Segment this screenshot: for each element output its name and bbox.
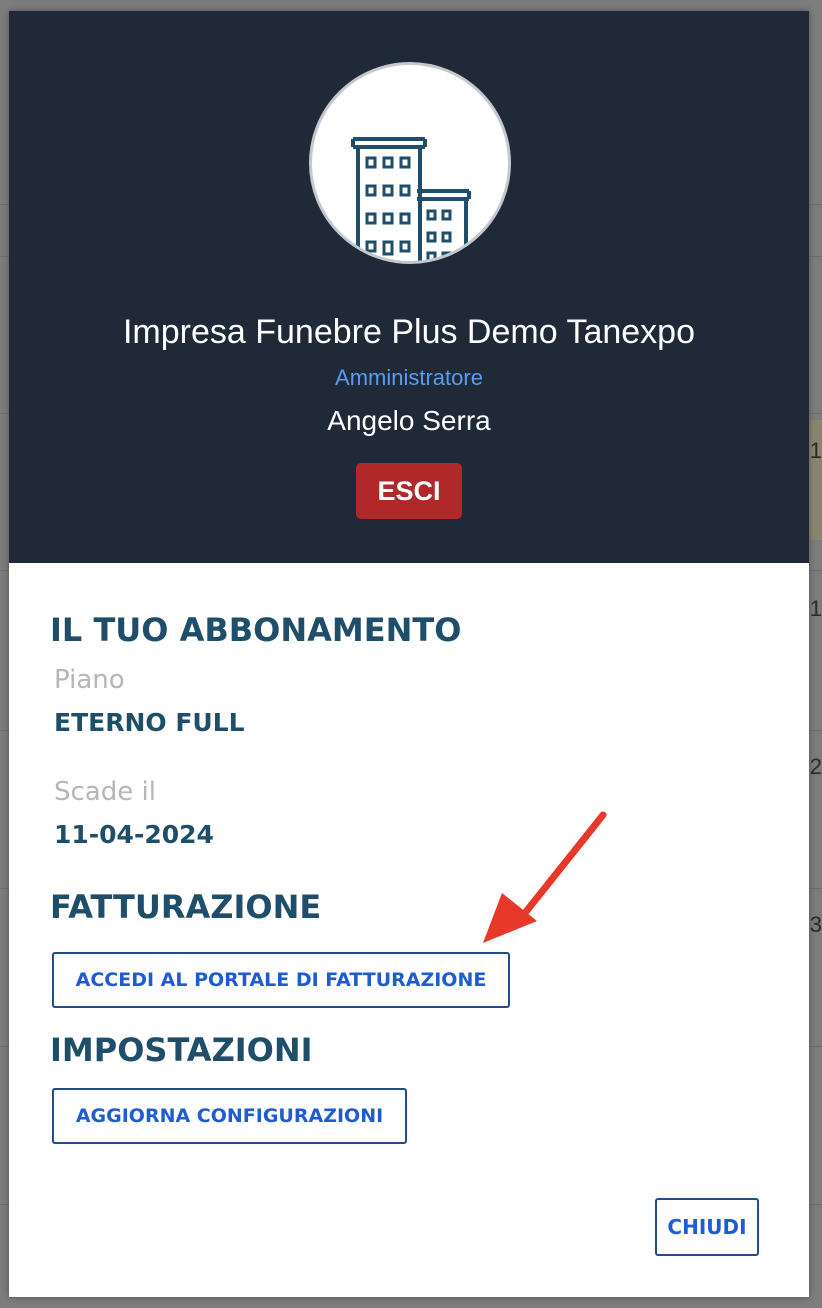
annotation-arrow-head	[483, 893, 537, 943]
building-icon-window	[365, 156, 377, 169]
expiry-label: Scade il	[54, 777, 156, 807]
building-icon-window	[399, 240, 411, 253]
building-icon-window	[399, 212, 411, 225]
backdrop-cell-value: 3	[809, 912, 822, 937]
annotation-arrow-shaft	[513, 811, 607, 927]
building-icon-window	[441, 209, 452, 221]
building-icon-window	[382, 212, 394, 225]
building-icon-window	[399, 156, 411, 169]
building-icon	[351, 137, 471, 261]
user-role: Amministratore	[335, 365, 483, 390]
building-icon-door	[382, 240, 394, 256]
backdrop-cell-value: 1	[809, 438, 822, 463]
building-icon-window	[426, 209, 437, 221]
logout-button[interactable]: ESCI	[356, 463, 462, 519]
building-icon-window	[399, 184, 411, 197]
plan-value: ETERNO FULL	[54, 708, 245, 737]
update-config-button[interactable]: AGGIORNA CONFIGURAZIONI	[52, 1088, 407, 1144]
backdrop-cell-value: 1	[809, 596, 822, 621]
building-icon-window	[382, 184, 394, 197]
building-icon-window	[365, 240, 377, 253]
company-avatar	[309, 62, 511, 264]
building-icon-window	[365, 212, 377, 225]
settings-title: IMPOSTAZIONI	[50, 1031, 313, 1069]
user-name: Angelo Serra	[327, 405, 491, 436]
expiry-value: 11-04-2024	[54, 820, 214, 849]
building-icon-window	[441, 231, 452, 243]
building-icon-window	[382, 156, 394, 169]
backdrop-cell-value: 2	[809, 754, 822, 779]
profile-modal: Impresa Funebre Plus Demo Tanexpo Ammini…	[9, 11, 809, 1297]
close-button[interactable]: CHIUDI	[655, 1198, 759, 1256]
plan-label: Piano	[54, 665, 125, 695]
annotation-arrow-icon	[483, 811, 607, 943]
building-icon-window	[441, 251, 452, 261]
company-name: Impresa Funebre Plus Demo Tanexpo	[122, 313, 695, 351]
billing-portal-button[interactable]: ACCEDI AL PORTALE DI FATTURAZIONE	[52, 952, 510, 1008]
building-icon-window	[365, 184, 377, 197]
subscription-title: IL TUO ABBONAMENTO	[50, 611, 462, 649]
building-icon-window	[426, 231, 437, 243]
profile-header: Impresa Funebre Plus Demo Tanexpo Ammini…	[9, 11, 809, 563]
billing-title: FATTURAZIONE	[50, 888, 322, 926]
building-icon-window	[426, 251, 437, 261]
